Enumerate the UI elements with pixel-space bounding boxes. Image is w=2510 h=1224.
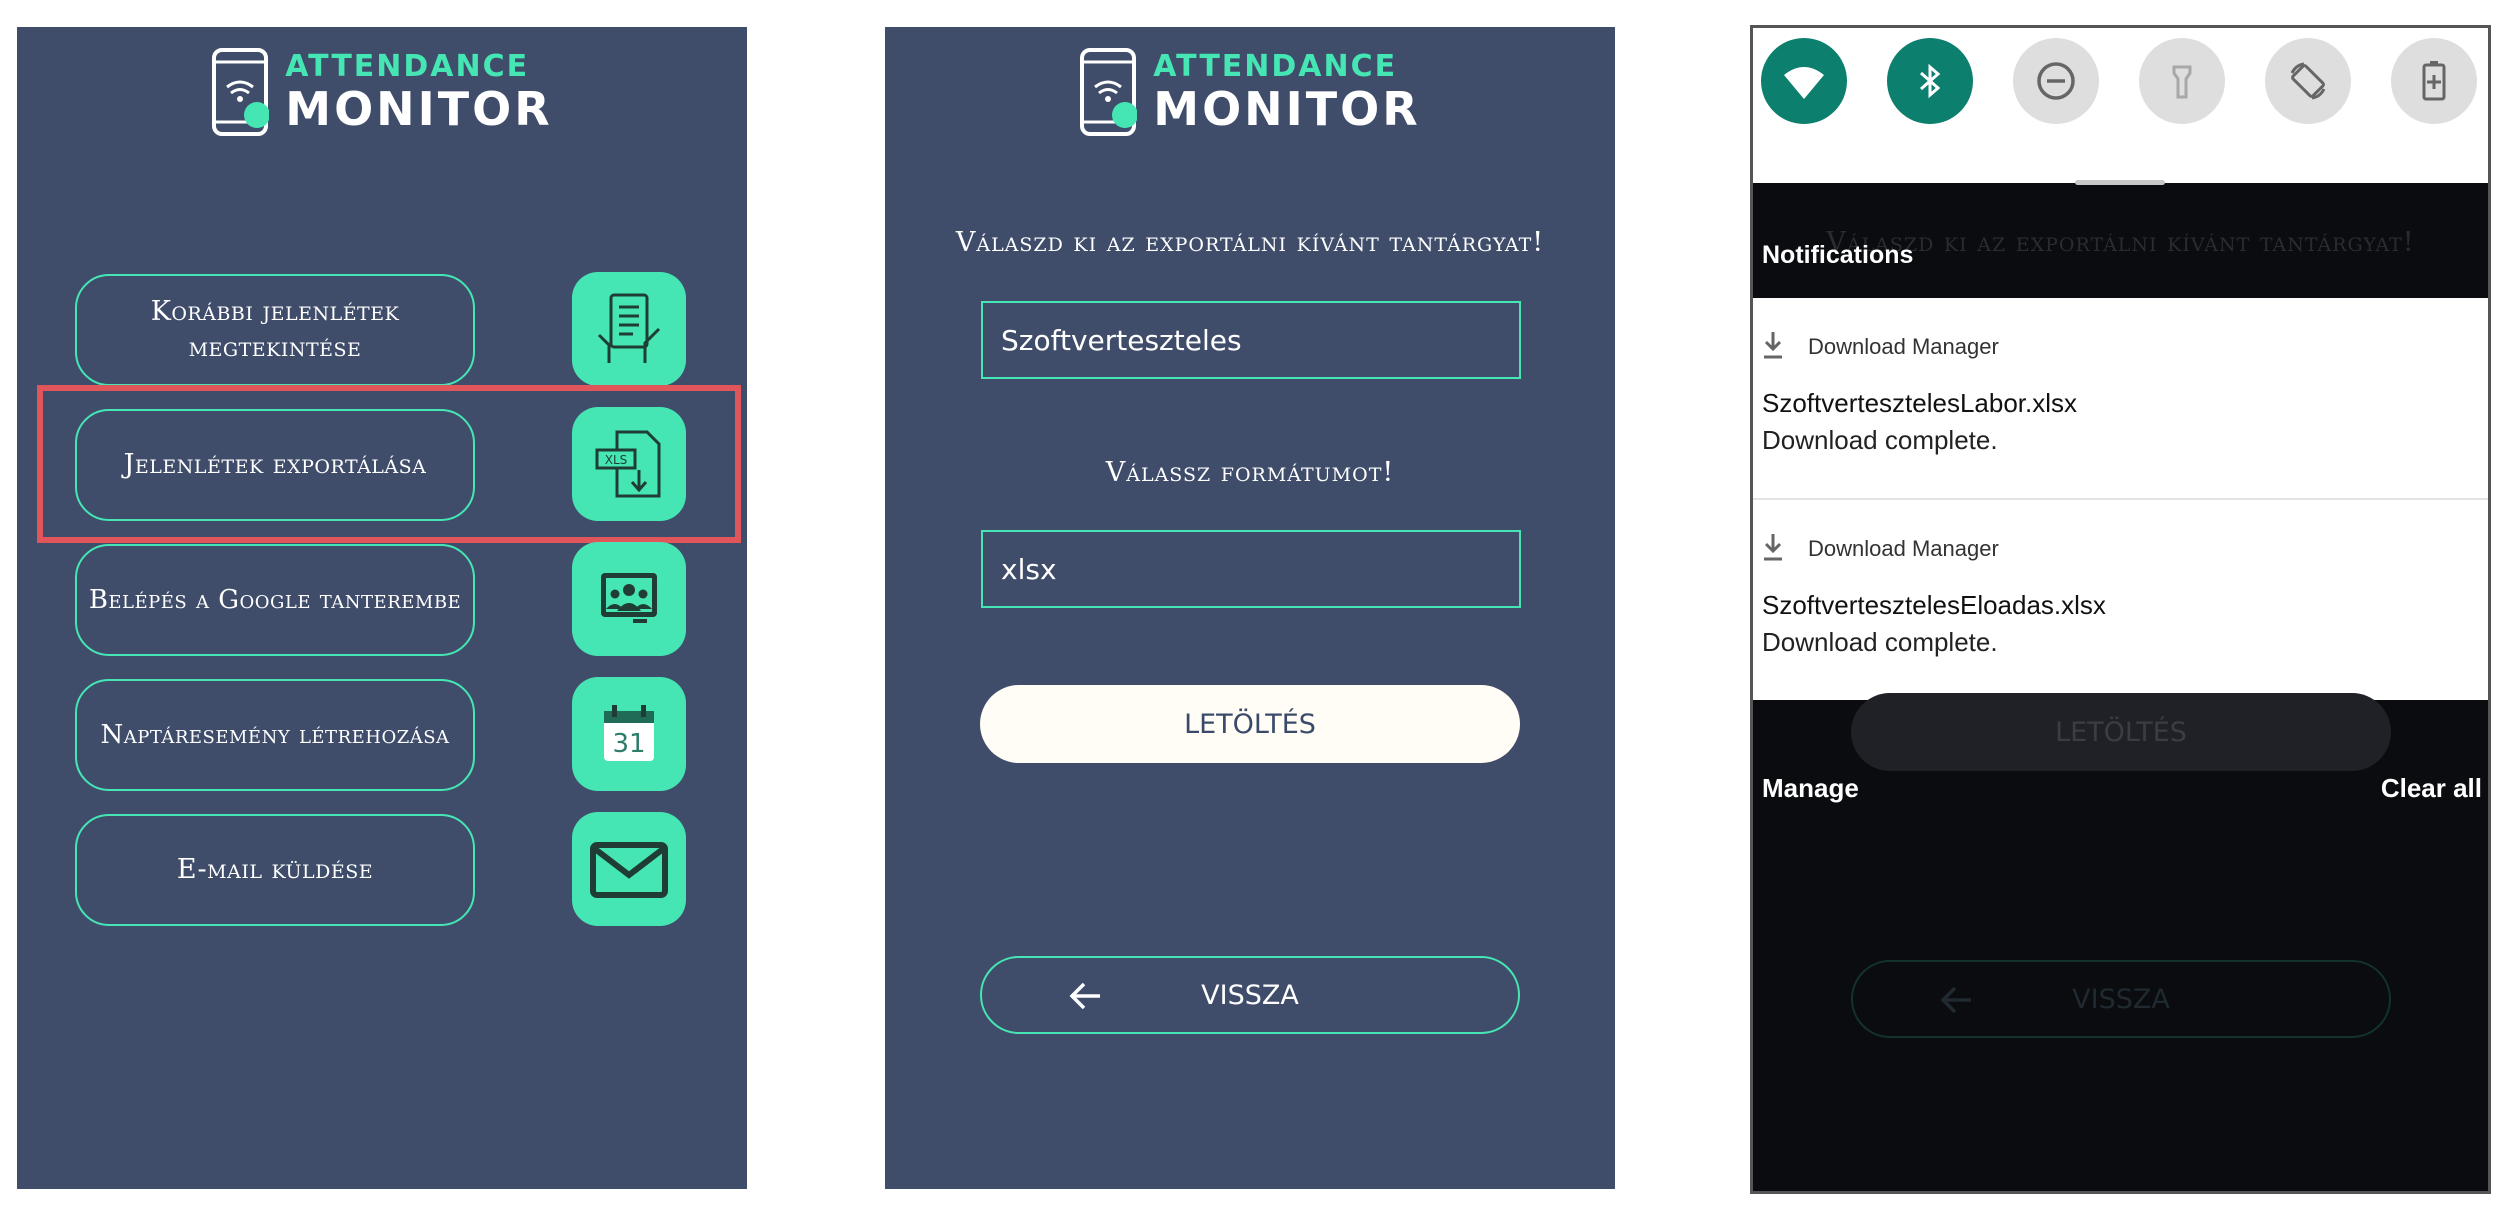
background-back-label: VISSZA (2072, 983, 2170, 1015)
battery-saver-icon[interactable] (2391, 38, 2477, 124)
phone-wifi-icon (212, 48, 270, 136)
app-logo: ATTENDANCE MONITOR (17, 47, 747, 137)
calendar-day-text: 31 (612, 729, 645, 759)
calendar-icon[interactable]: 31 (572, 677, 686, 791)
quick-settings-panel (1753, 28, 2488, 185)
subject-value: Szoftverteszteles (1001, 323, 1242, 357)
envelope-icon[interactable] (572, 812, 686, 926)
drag-handle[interactable] (2075, 180, 2165, 185)
create-calendar-event-button[interactable]: Naptáresemény létrehozása (75, 679, 475, 791)
tablet-checklist-icon[interactable] (572, 272, 686, 386)
notification-filename: SzoftvertesztelesEloadas.xlsx (1762, 590, 2106, 620)
download-icon (1764, 332, 1782, 359)
background-download-label: LETÖLTÉS (2055, 716, 2187, 748)
download-button[interactable]: LETÖLTÉS (980, 685, 1520, 763)
notification-filename: SzoftvertesztelesLabor.xlsx (1762, 388, 2078, 418)
logo-line1: ATTENDANCE (285, 49, 530, 84)
wifi-icon[interactable] (1761, 38, 1847, 124)
menu-label: Belépés a Google tanterembe (88, 584, 462, 615)
notification-card[interactable]: Download Manager SzoftvertesztelesEloada… (1753, 500, 2488, 700)
manage-button[interactable]: Manage (1762, 773, 1859, 804)
bluetooth-icon[interactable] (1887, 38, 1973, 124)
download-icon (1764, 534, 1782, 561)
phone-wifi-icon (1080, 48, 1138, 136)
view-previous-attendance-button[interactable]: Korábbi jelenlétek megtekintése (75, 274, 475, 386)
main-menu-screen: ATTENDANCE MONITOR Korábbi jelenlétek me… (17, 27, 747, 1189)
notification-source: Download Manager (1808, 334, 1999, 359)
notification-card[interactable]: Download Manager SzoftvertesztelesLabor.… (1753, 298, 2488, 498)
clear-all-button[interactable]: Clear all (2381, 773, 2482, 804)
notification-status: Download complete. (1762, 627, 1998, 657)
arrow-left-icon (1069, 982, 1100, 1010)
logo-line1: ATTENDANCE (1153, 49, 1398, 84)
menu-label: E-mail küldése (176, 854, 374, 886)
menu-label: Korábbi jelenlétek megtekintése (150, 296, 400, 363)
do-not-disturb-icon[interactable] (2013, 38, 2099, 124)
auto-rotate-icon[interactable] (2265, 38, 2351, 124)
subject-prompt: Válaszd ki az exportálni kívánt tantárgy… (955, 227, 1545, 258)
notification-shade-screen: Válaszd ki az exportálni kívánt tantárgy… (1750, 25, 2491, 1194)
notifications-title: Notifications (1762, 241, 1914, 269)
menu-label: Naptáresemény létrehozása (100, 719, 450, 750)
export-screen: ATTENDANCE MONITOR Válaszd ki az exportá… (885, 27, 1615, 1189)
logo-line2: MONITOR (285, 82, 553, 136)
arrow-left-icon (1940, 986, 1971, 1014)
format-prompt: Válassz formátumot! (1105, 457, 1395, 488)
format-value: xlsx (1001, 552, 1057, 586)
notification-status: Download complete. (1762, 425, 1998, 455)
google-classroom-icon[interactable] (572, 542, 686, 656)
logo-line2: MONITOR (1153, 82, 1421, 136)
subject-select[interactable]: Szoftverteszteles (981, 301, 1521, 379)
download-label: LETÖLTÉS (1184, 708, 1316, 740)
background-back-button: VISSZA (1851, 960, 2391, 1038)
back-button[interactable]: VISSZA (980, 956, 1520, 1034)
back-label: VISSZA (1201, 979, 1299, 1011)
notifications-header: Válaszd ki az exportálni kívánt tantárgy… (1753, 198, 2488, 298)
flashlight-icon[interactable] (2139, 38, 2225, 124)
google-classroom-button[interactable]: Belépés a Google tanterembe (75, 544, 475, 656)
selection-highlight-box (37, 385, 741, 543)
app-logo: ATTENDANCE MONITOR (885, 47, 1615, 137)
send-email-button[interactable]: E-mail küldése (75, 814, 475, 926)
background-download-button: LETÖLTÉS (1851, 693, 2391, 771)
format-select[interactable]: xlsx (981, 530, 1521, 608)
notification-source: Download Manager (1808, 536, 1999, 561)
